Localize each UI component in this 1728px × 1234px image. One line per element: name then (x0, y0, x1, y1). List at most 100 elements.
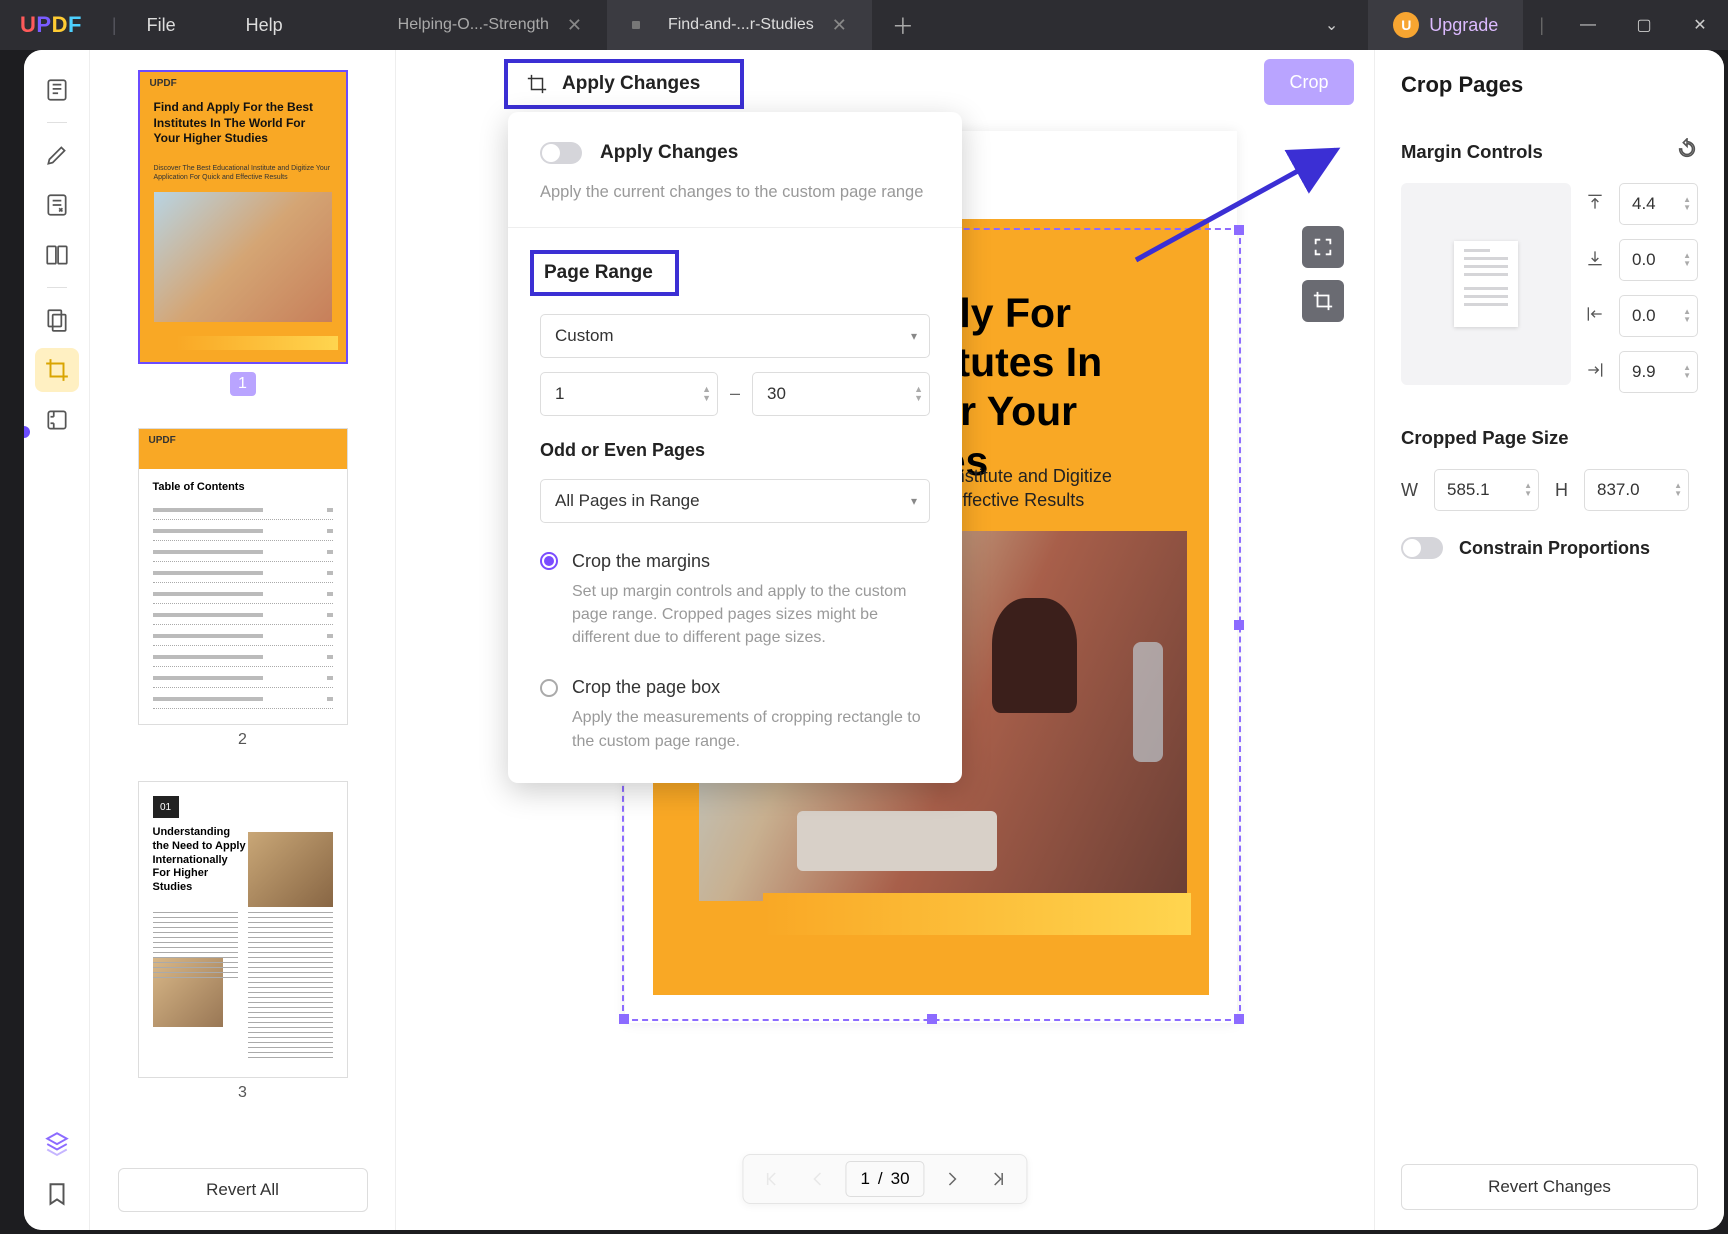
annotate-tool-icon[interactable] (35, 133, 79, 177)
crop-margins-label: Crop the margins (572, 551, 710, 572)
width-label: W (1401, 480, 1418, 501)
bookmark-icon[interactable] (44, 1181, 70, 1212)
page-range-mode-select[interactable]: Custom ▾ (540, 314, 930, 358)
width-input[interactable]: 585.1 ▲▼ (1434, 469, 1539, 511)
apply-changes-toggle-label: Apply Changes (600, 142, 738, 164)
crop-icon (526, 73, 548, 95)
tab-strip: Helping-O...-Strength ✕ Find-and-...r-St… (373, 0, 914, 50)
fit-screen-button[interactable] (1302, 226, 1344, 268)
apply-changes-button[interactable]: Apply Changes (504, 59, 744, 109)
margin-left-input[interactable]: 0.0 ▲▼ (1619, 295, 1698, 337)
upgrade-label: Upgrade (1429, 15, 1498, 36)
maximize-button[interactable]: ▢ (1616, 0, 1672, 50)
stepper-icon[interactable]: ▲▼ (1683, 308, 1691, 324)
canvas-area: Find and Apply For the Best Institutes I… (396, 50, 1374, 1230)
page-thumbnail-1[interactable]: UPDF Find and Apply For the Best Institu… (138, 70, 348, 364)
page-number-field[interactable]: 1 / 30 (845, 1161, 924, 1197)
active-indicator-icon (24, 426, 30, 438)
stepper-icon[interactable]: ▲▼ (1524, 482, 1532, 498)
constrain-toggle[interactable] (1401, 537, 1443, 559)
apply-changes-toggle[interactable] (540, 142, 582, 164)
odd-even-select[interactable]: All Pages in Range ▾ (540, 479, 930, 523)
stepper-icon[interactable]: ▲▼ (702, 385, 711, 403)
page-number-label: 3 (238, 1084, 247, 1102)
chevron-down-icon[interactable]: ⌄ (1325, 15, 1338, 35)
next-page-button[interactable] (935, 1161, 971, 1197)
margin-left-icon (1585, 304, 1609, 329)
reader-tool-icon[interactable] (35, 68, 79, 112)
margin-right-input[interactable]: 9.9 ▲▼ (1619, 351, 1698, 393)
minimize-button[interactable]: — (1560, 0, 1616, 50)
crop-margins-desc: Set up margin controls and apply to the … (572, 580, 930, 650)
ocr-tool-icon[interactable] (35, 298, 79, 342)
menu-file[interactable]: File (147, 15, 176, 36)
apply-changes-label: Apply Changes (562, 73, 700, 95)
height-input[interactable]: 837.0 ▲▼ (1584, 469, 1689, 511)
reset-margins-button[interactable] (1676, 138, 1698, 165)
range-from-input[interactable]: 1 ▲▼ (540, 372, 718, 416)
page-navigator: 1 / 30 (742, 1154, 1027, 1204)
first-page-button[interactable] (753, 1161, 789, 1197)
margin-top-input[interactable]: 4.4 ▲▼ (1619, 183, 1698, 225)
stepper-icon[interactable]: ▲▼ (1674, 482, 1682, 498)
height-label: H (1555, 480, 1568, 501)
stepper-icon[interactable]: ▲▼ (1683, 364, 1691, 380)
page-number-label: 1 (230, 372, 256, 396)
margin-right-icon (1585, 360, 1609, 385)
chevron-down-icon: ▾ (911, 494, 917, 508)
page-thumbnail-2[interactable]: UPDF Table of Contents (138, 428, 348, 725)
page-number-label: 2 (238, 731, 247, 749)
close-icon[interactable]: ✕ (832, 15, 847, 36)
tool-sidebar (24, 50, 90, 1230)
tab-2[interactable]: Find-and-...r-Studies ✕ (607, 0, 872, 50)
close-button[interactable]: ✕ (1672, 0, 1728, 50)
menu-help[interactable]: Help (246, 15, 283, 36)
crop-button[interactable]: Crop (1264, 59, 1354, 105)
chevron-down-icon: ▾ (911, 329, 917, 343)
crop-pagebox-radio[interactable] (540, 679, 558, 697)
thumbnail-panel: UPDF Find and Apply For the Best Institu… (90, 50, 396, 1230)
close-icon[interactable]: ✕ (567, 15, 582, 36)
select-value: All Pages in Range (555, 491, 700, 511)
crop-pages-panel: Crop Pages Margin Controls 4 (1374, 50, 1724, 1230)
tab-label: Helping-O...-Strength (398, 16, 549, 34)
select-value: Custom (555, 326, 614, 346)
edit-tool-icon[interactable] (35, 183, 79, 227)
crop-pagebox-desc: Apply the measurements of cropping recta… (572, 706, 930, 752)
tab-1[interactable]: Helping-O...-Strength ✕ (373, 0, 607, 50)
stepper-icon[interactable]: ▲▼ (1683, 252, 1691, 268)
stepper-icon[interactable]: ▲▼ (1683, 196, 1691, 212)
page-range-title: Page Range (530, 250, 679, 296)
page-thumbnail-3[interactable]: 01 Understanding the Need to Apply Inter… (138, 781, 348, 1078)
revert-all-button[interactable]: Revert All (118, 1168, 368, 1212)
crop-box-button[interactable] (1302, 280, 1344, 322)
crop-pagebox-label: Crop the page box (572, 677, 720, 698)
app-logo: UPDF (20, 12, 82, 38)
margin-bottom-input[interactable]: 0.0 ▲▼ (1619, 239, 1698, 281)
apply-changes-desc: Apply the current changes to the custom … (540, 180, 930, 205)
constrain-label: Constrain Proportions (1459, 538, 1650, 559)
odd-even-title: Odd or Even Pages (540, 440, 930, 461)
crop-tool-icon[interactable] (35, 348, 79, 392)
modified-marker-icon (632, 21, 640, 29)
prev-page-button[interactable] (799, 1161, 835, 1197)
margin-preview (1401, 183, 1571, 385)
title-bar: UPDF | File Help Helping-O...-Strength ✕… (0, 0, 1728, 50)
compress-tool-icon[interactable] (35, 398, 79, 442)
margin-controls-title: Margin Controls (1401, 141, 1543, 163)
new-tab-button[interactable]: ＋ (892, 9, 914, 41)
upgrade-button[interactable]: U Upgrade (1368, 0, 1523, 50)
crop-margins-radio[interactable] (540, 552, 558, 570)
cropped-size-title: Cropped Page Size (1401, 427, 1569, 449)
stepper-icon[interactable]: ▲▼ (914, 385, 923, 403)
revert-changes-button[interactable]: Revert Changes (1401, 1164, 1698, 1210)
organize-tool-icon[interactable] (35, 233, 79, 277)
upgrade-badge-icon: U (1393, 12, 1419, 38)
tab-label: Find-and-...r-Studies (668, 16, 814, 34)
range-to-input[interactable]: 30 ▲▼ (752, 372, 930, 416)
margin-top-icon (1585, 192, 1609, 217)
last-page-button[interactable] (981, 1161, 1017, 1197)
layers-icon[interactable] (44, 1130, 70, 1161)
panel-title: Crop Pages (1401, 72, 1698, 98)
apply-changes-popover: Apply Changes Apply the current changes … (508, 112, 962, 783)
